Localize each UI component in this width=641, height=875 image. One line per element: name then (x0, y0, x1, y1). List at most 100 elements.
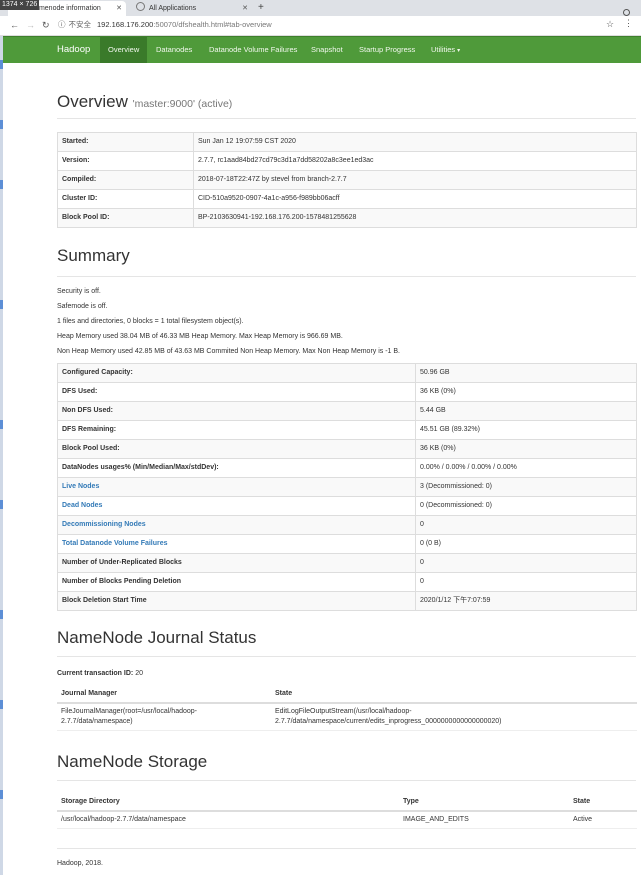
table-row: Configured Capacity: 50.96 GB (57, 363, 637, 383)
row-key[interactable]: Decommissioning Nodes (57, 515, 416, 535)
row-value: 2020/1/12 下午7:07:59 (415, 591, 637, 611)
nav-overview[interactable]: Overview (100, 37, 148, 63)
table-cell: EditLogFileOutputStream(/usr/local/hadoo… (271, 703, 637, 731)
storage-title: NameNode Storage (57, 752, 208, 771)
close-tab-icon[interactable]: ✕ (242, 1, 248, 16)
table-row: Decommissioning Nodes 0 (57, 515, 637, 535)
table-row: Live Nodes 3 (Decommissioned: 0) (57, 477, 637, 497)
nav-startup-progress[interactable]: Startup Progress (351, 37, 423, 63)
row-key: Number of Blocks Pending Deletion (57, 572, 416, 592)
browser-tab-strip: Namenode information ✕ All Applications … (0, 0, 641, 34)
chevron-down-icon: ▾ (457, 48, 461, 54)
nav-utilities[interactable]: Utilities ▾ (423, 37, 468, 63)
row-key[interactable]: Dead Nodes (57, 496, 416, 516)
table-row: Block Pool ID: BP-2103630941-192.168.176.… (57, 208, 637, 228)
table-row: /usr/local/hadoop-2.7.7/data/namespace IM… (57, 811, 637, 829)
close-tab-icon[interactable]: ✕ (116, 1, 122, 16)
reload-icon[interactable]: ↻ (42, 19, 50, 31)
row-key: Non DFS Used: (57, 401, 416, 421)
table-row: DataNodes usages% (Min/Median/Max/stdDev… (57, 458, 637, 478)
row-key: Cluster ID: (57, 189, 194, 209)
table-row: Block Deletion Start Time 2020/1/12 下午7:0… (57, 591, 637, 611)
table-row: Started: Sun Jan 12 19:07:59 CST 2020 (57, 132, 637, 152)
row-key: DFS Used: (57, 382, 416, 402)
row-key: Block Pool ID: (57, 208, 194, 228)
new-tab-button[interactable]: + (258, 0, 264, 16)
row-value: 3 (Decommissioned: 0) (415, 477, 637, 497)
column-header: Journal Manager (57, 684, 271, 704)
url-field[interactable]: ⓘ 不安全 192.168.176.200:50070/dfshealth.html… (58, 18, 588, 32)
page-title: Overview 'master:9000' (active) (57, 92, 232, 112)
table-row: DFS Remaining: 45.51 GB (89.32%) (57, 420, 637, 440)
row-key: Started: (57, 132, 194, 152)
table-row: FileJournalManager(root=/usr/local/hadoo… (57, 703, 637, 731)
table-row: Number of Blocks Pending Deletion 0 (57, 572, 637, 592)
txid-value: 20 (135, 670, 143, 677)
tab-all-applications[interactable]: All Applications ✕ (130, 1, 252, 16)
column-header: State (271, 684, 637, 704)
url-host: 192.168.176.200 (97, 20, 154, 29)
divider (57, 656, 636, 657)
column-header: Type (399, 792, 569, 812)
nav-datanode-volume-failures[interactable]: Datanode Volume Failures (201, 37, 305, 63)
column-header: State (569, 792, 637, 812)
txid-label: Current transaction ID: (57, 670, 134, 677)
journal-title: NameNode Journal Status (57, 628, 257, 647)
summary-line: 1 files and directories, 0 blocks = 1 to… (57, 318, 244, 325)
divider (57, 118, 636, 119)
divider (57, 848, 636, 849)
summary-line: Security is off. (57, 288, 101, 295)
security-label: 不安全 (68, 20, 92, 29)
nav-datanodes[interactable]: Datanodes (148, 37, 200, 63)
row-key[interactable]: Total Datanode Volume Failures (57, 534, 416, 554)
row-value: 0 (415, 572, 637, 592)
info-icon[interactable]: ⓘ (58, 20, 66, 29)
bookmark-star-icon[interactable]: ☆ (606, 19, 614, 30)
profile-icon[interactable] (623, 3, 635, 34)
back-arrow-icon[interactable]: ← (10, 19, 19, 31)
row-link[interactable]: Total Datanode Volume Failures (62, 540, 168, 547)
more-menu-icon[interactable]: ⋮ (624, 18, 633, 29)
nav-utilities-label: Utilities (431, 45, 456, 54)
row-value: CID-510a9520-0907-4a1c-a956-f989bb06acff (193, 189, 637, 209)
tab-title: Namenode information (30, 5, 101, 12)
row-value: BP-2103630941-192.168.176.200-1578481255… (193, 208, 637, 228)
brand-logo[interactable]: Hadoop (57, 37, 90, 63)
nav-snapshot[interactable]: Snapshot (303, 37, 351, 63)
row-key: Block Pool Used: (57, 439, 416, 459)
table-cell: IMAGE_AND_EDITS (399, 811, 569, 829)
row-link[interactable]: Live Nodes (62, 483, 99, 490)
row-key: Number of Under-Replicated Blocks (57, 553, 416, 573)
table-row: Dead Nodes 0 (Decommissioned: 0) (57, 496, 637, 516)
hadoop-navbar: Hadoop Overview Datanodes Datanode Volum… (3, 36, 641, 63)
current-transaction: Current transaction ID: 20 (57, 670, 143, 677)
summary-title: Summary (57, 246, 130, 265)
row-value: 0 (415, 515, 637, 535)
row-value: 2.7.7, rc1aad84bd27cd79c3d1a7dd58202a8c3… (193, 151, 637, 171)
footer: Hadoop, 2018. (57, 860, 103, 867)
row-value: 2018-07-18T22:47Z by stevel from branch-… (193, 170, 637, 190)
summary-line: Safemode is off. (57, 303, 108, 310)
screen-edge-strip (0, 0, 3, 875)
table-cell: /usr/local/hadoop-2.7.7/data/namespace (57, 811, 399, 829)
row-key: DataNodes usages% (Min/Median/Max/stdDev… (57, 458, 416, 478)
divider (57, 276, 636, 277)
table-cell: Active (569, 811, 637, 829)
row-value: 5.44 GB (415, 401, 637, 421)
row-key: Block Deletion Start Time (57, 591, 416, 611)
overview-subtitle: 'master:9000' (active) (132, 98, 233, 110)
row-value: 50.96 GB (415, 363, 637, 383)
forward-arrow-icon[interactable]: → (26, 19, 35, 31)
column-header: Storage Directory (57, 792, 399, 812)
row-link[interactable]: Dead Nodes (62, 502, 102, 509)
row-link[interactable]: Decommissioning Nodes (62, 521, 146, 528)
row-key: Version: (57, 151, 194, 171)
dimension-badge: 1374 × 726 (0, 0, 40, 10)
table-row: Number of Under-Replicated Blocks 0 (57, 553, 637, 573)
tab-title: All Applications (149, 5, 197, 12)
address-bar: ← → ↻ ⓘ 不安全 192.168.176.200:50070/dfshealt… (0, 16, 641, 36)
row-value: 45.51 GB (89.32%) (415, 420, 637, 440)
row-key[interactable]: Live Nodes (57, 477, 416, 497)
url-path: :50070/dfshealth.html#tab-overview (153, 20, 272, 29)
summary-line: Heap Memory used 38.04 MB of 46.33 MB He… (57, 333, 343, 340)
